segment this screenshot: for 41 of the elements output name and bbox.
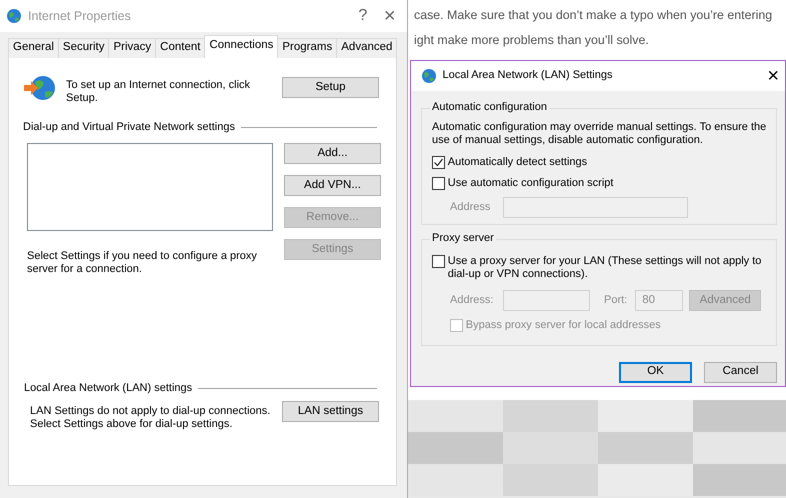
article-text: case. Make sure that you don’t make a typo when you’re entering [414,7,774,24]
tab[interactable]: Content [155,38,206,58]
tab[interactable]: Security [58,38,110,58]
checkbox-label: Use automatic configuration script [448,177,614,190]
group-label: Proxy server [430,232,496,246]
group-label: Automatic configuration [430,101,549,114]
checkbox[interactable] [432,156,445,170]
checkbox-label: Use a proxy server for your LAN (These settings will not apply to dial-up or VPN connections). [448,255,762,282]
checkbox-label: Automatically detect settings [448,156,588,170]
button[interactable]: OK [619,362,692,383]
section-heading: Dial-up and Virtual Private Network settings [23,121,235,134]
connection-list[interactable] [27,143,273,232]
description-text: Automatic configuration may override manual settings. To ensure the use of manual settings, disable automatic configuration. [432,121,768,147]
lan-note: LAN Settings do not apply to dial-up connections. Select Settings above for dial-up settings. [30,405,272,432]
help-button[interactable]: ? [358,6,368,26]
button[interactable]: Add VPN... [284,175,381,196]
globe-icon [6,8,22,24]
section-heading: Local Area Network (LAN) settings [24,382,192,396]
field-label: Address [450,201,492,214]
setup-button[interactable]: Setup [282,77,379,98]
tab[interactable]: General [8,38,59,58]
dialog-title: Local Area Network (LAN) Settings [442,69,614,83]
field-label: Address: [450,294,494,308]
checkbox[interactable] [432,177,445,190]
field-label: Port: [604,294,628,308]
button[interactable]: Cancel [704,362,777,383]
tab[interactable]: Programs [277,38,338,58]
instruction-text: To set up an Internet connection, click Setup. [66,79,252,105]
button[interactable]: Add... [284,143,381,164]
tab[interactable]: Advanced [336,38,398,58]
tab[interactable]: Privacy [108,38,156,58]
proxy-note: Select Settings if you need to configure a proxy server for a connection. [27,250,258,276]
globe-arrow-icon [23,75,57,101]
close-button[interactable]: × [384,4,396,28]
tab[interactable]: Connections [204,35,278,58]
globe-icon [421,68,437,84]
lan-settings-button[interactable]: LAN settings [282,401,379,422]
article-text: ight make more problems than you’ll solve. [414,32,650,49]
window-title: Internet Properties [28,8,131,24]
checkbox-label: Bypass proxy server for local addresses [466,319,661,333]
close-button[interactable]: × [767,64,779,88]
